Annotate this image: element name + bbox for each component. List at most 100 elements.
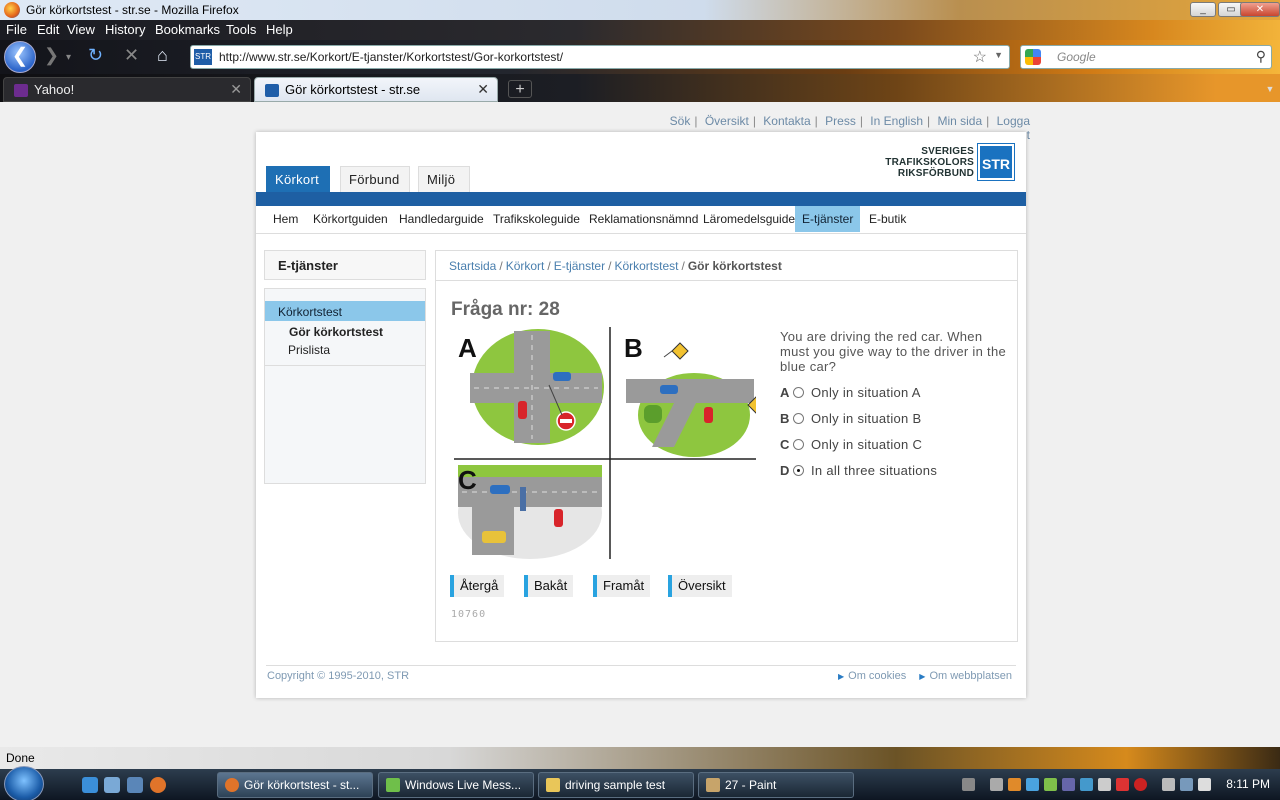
oversikt-button[interactable]: Översikt: [668, 575, 732, 597]
figure-label-c: C: [458, 465, 477, 495]
tab-korkort[interactable]: Körkort: [266, 166, 330, 192]
util-link-press[interactable]: Press: [825, 114, 856, 128]
arrow-icon: ▶: [919, 672, 926, 681]
site-identity-icon[interactable]: STR: [194, 49, 212, 65]
footer-link-cookies[interactable]: Om cookies: [848, 670, 906, 682]
tray-app-icon[interactable]: [1008, 778, 1021, 791]
tab-yahoo[interactable]: Yahoo! ✕: [3, 77, 251, 102]
menu-file[interactable]: File: [6, 22, 27, 37]
option-letter: C: [780, 437, 790, 452]
menu-help[interactable]: Help: [266, 22, 293, 37]
copyright-text: Copyright © 1995-2010, STR: [267, 670, 410, 682]
back-button[interactable]: ❮: [4, 41, 36, 73]
util-link-sok[interactable]: Sök: [670, 114, 691, 128]
subnav-reklamationsnamnd[interactable]: Reklamationsnämnd: [582, 206, 705, 232]
search-input[interactable]: Google ⚲: [1020, 45, 1272, 69]
window-title: Gör körkortstest - str.se - Mozilla Fire…: [26, 3, 239, 17]
keyboard-icon[interactable]: [962, 778, 975, 791]
sidebar-item-korkortstest[interactable]: Körkortstest: [265, 301, 425, 321]
tray-app-icon[interactable]: [1062, 778, 1075, 791]
option-a-radio[interactable]: [793, 387, 804, 398]
new-tab-button[interactable]: +: [508, 80, 532, 98]
framat-button[interactable]: Framåt: [593, 575, 651, 597]
util-link-english[interactable]: In English: [870, 114, 923, 128]
menu-bookmarks[interactable]: Bookmarks: [155, 22, 220, 37]
sidebar-item-gor-korkortstest[interactable]: Gör körkortstest: [289, 325, 383, 339]
clock[interactable]: 8:11 PM: [1226, 777, 1270, 791]
tray-app-icon[interactable]: [1116, 778, 1129, 791]
start-button[interactable]: [4, 766, 44, 800]
messenger-tray-icon[interactable]: [1044, 778, 1057, 791]
status-bar: Done: [0, 747, 1280, 769]
network-icon[interactable]: [1180, 778, 1193, 791]
antivirus-icon[interactable]: [1134, 778, 1147, 791]
search-icon[interactable]: ⚲: [1256, 48, 1266, 65]
menu-edit[interactable]: Edit: [37, 22, 59, 37]
option-a[interactable]: A Only in situation A: [780, 385, 921, 400]
breadcrumb-e-tjanster[interactable]: E-tjänster: [554, 259, 605, 273]
switch-windows-icon[interactable]: [127, 777, 143, 793]
task-messenger[interactable]: Windows Live Mess...: [378, 772, 534, 798]
subnav-e-butik[interactable]: E-butik: [862, 206, 913, 232]
util-link-min-sida[interactable]: Min sida: [937, 114, 982, 128]
home-icon[interactable]: ⌂: [157, 45, 168, 66]
subnav-korkortguiden[interactable]: Körkortguiden: [306, 206, 395, 232]
menu-view[interactable]: View: [67, 22, 95, 37]
option-b-radio[interactable]: [793, 413, 804, 424]
minimize-button[interactable]: _: [1190, 2, 1216, 17]
stop-icon[interactable]: ✕: [124, 45, 139, 66]
volume-icon[interactable]: [1198, 778, 1211, 791]
subnav-handledarguide[interactable]: Handledarguide: [392, 206, 491, 232]
option-b[interactable]: B Only in situation B: [780, 411, 921, 426]
option-d-radio[interactable]: [793, 465, 804, 476]
util-link-kontakta[interactable]: Kontakta: [763, 114, 810, 128]
url-text[interactable]: http://www.str.se/Korkort/E-tjanster/Kor…: [219, 50, 563, 64]
close-tab-icon[interactable]: ✕: [230, 81, 242, 98]
task-paint[interactable]: 27 - Paint: [698, 772, 854, 798]
url-dropdown-icon[interactable]: ▼: [994, 50, 1003, 60]
question-text: You are driving the red car. When must y…: [780, 329, 1007, 374]
url-bar[interactable]: STR http://www.str.se/Korkort/E-tjanster…: [190, 45, 1010, 69]
history-dropdown-icon[interactable]: ▾: [66, 52, 71, 63]
option-d[interactable]: D In all three situations: [780, 463, 937, 478]
safely-remove-icon[interactable]: [1162, 778, 1175, 791]
menu-tools[interactable]: Tools: [226, 22, 256, 37]
footer-link-webbplatsen[interactable]: Om webbplatsen: [929, 670, 1012, 682]
breadcrumb-korkortstest[interactable]: Körkortstest: [614, 259, 678, 273]
skype-icon[interactable]: [1080, 778, 1093, 791]
reload-icon[interactable]: ↻: [88, 45, 103, 66]
sidebar-item-prislista[interactable]: Prislista: [288, 343, 330, 357]
logo-mark: STR: [977, 143, 1015, 181]
tab-label: Gör körkortstest - str.se: [285, 82, 421, 97]
close-button[interactable]: ✕: [1240, 2, 1280, 17]
menu-history[interactable]: History: [105, 22, 145, 37]
option-c[interactable]: C Only in situation C: [780, 437, 922, 452]
subnav-e-tjanster[interactable]: E-tjänster: [795, 206, 861, 232]
bakat-button[interactable]: Bakåt: [524, 575, 574, 597]
subnav-trafikskoleguide[interactable]: Trafikskoleguide: [486, 206, 587, 232]
show-desktop-icon[interactable]: [104, 777, 120, 793]
tray-expand-icon[interactable]: [990, 778, 1003, 791]
subnav-hem[interactable]: Hem: [266, 206, 305, 232]
util-link-oversikt[interactable]: Översikt: [705, 114, 749, 128]
tab-str[interactable]: Gör körkortstest - str.se ✕: [254, 77, 498, 102]
subnav-laromedelsguide[interactable]: Läromedelsguide: [696, 206, 802, 232]
google-engine-icon[interactable]: [1025, 49, 1041, 65]
question-id: 10760: [451, 609, 487, 620]
tab-miljo[interactable]: Miljö: [418, 166, 470, 192]
task-firefox[interactable]: Gör körkortstest - st...: [217, 772, 373, 798]
forward-button[interactable]: ❯: [44, 45, 59, 66]
firefox-quicklaunch-icon[interactable]: [150, 777, 166, 793]
close-tab-icon[interactable]: ✕: [477, 81, 489, 98]
breadcrumb-korkort[interactable]: Körkort: [506, 259, 545, 273]
task-folder[interactable]: driving sample test: [538, 772, 694, 798]
aterga-button[interactable]: Återgå: [450, 575, 505, 597]
option-c-radio[interactable]: [793, 439, 804, 450]
tab-forbund[interactable]: Förbund: [340, 166, 410, 192]
bookmark-star-icon[interactable]: ☆: [973, 47, 987, 67]
tab-list-icon[interactable]: ▼: [1262, 80, 1278, 98]
tray-app-icon[interactable]: [1026, 778, 1039, 791]
tray-app-icon[interactable]: [1098, 778, 1111, 791]
ie-icon[interactable]: [82, 777, 98, 793]
breadcrumb-startsida[interactable]: Startsida: [449, 259, 496, 273]
